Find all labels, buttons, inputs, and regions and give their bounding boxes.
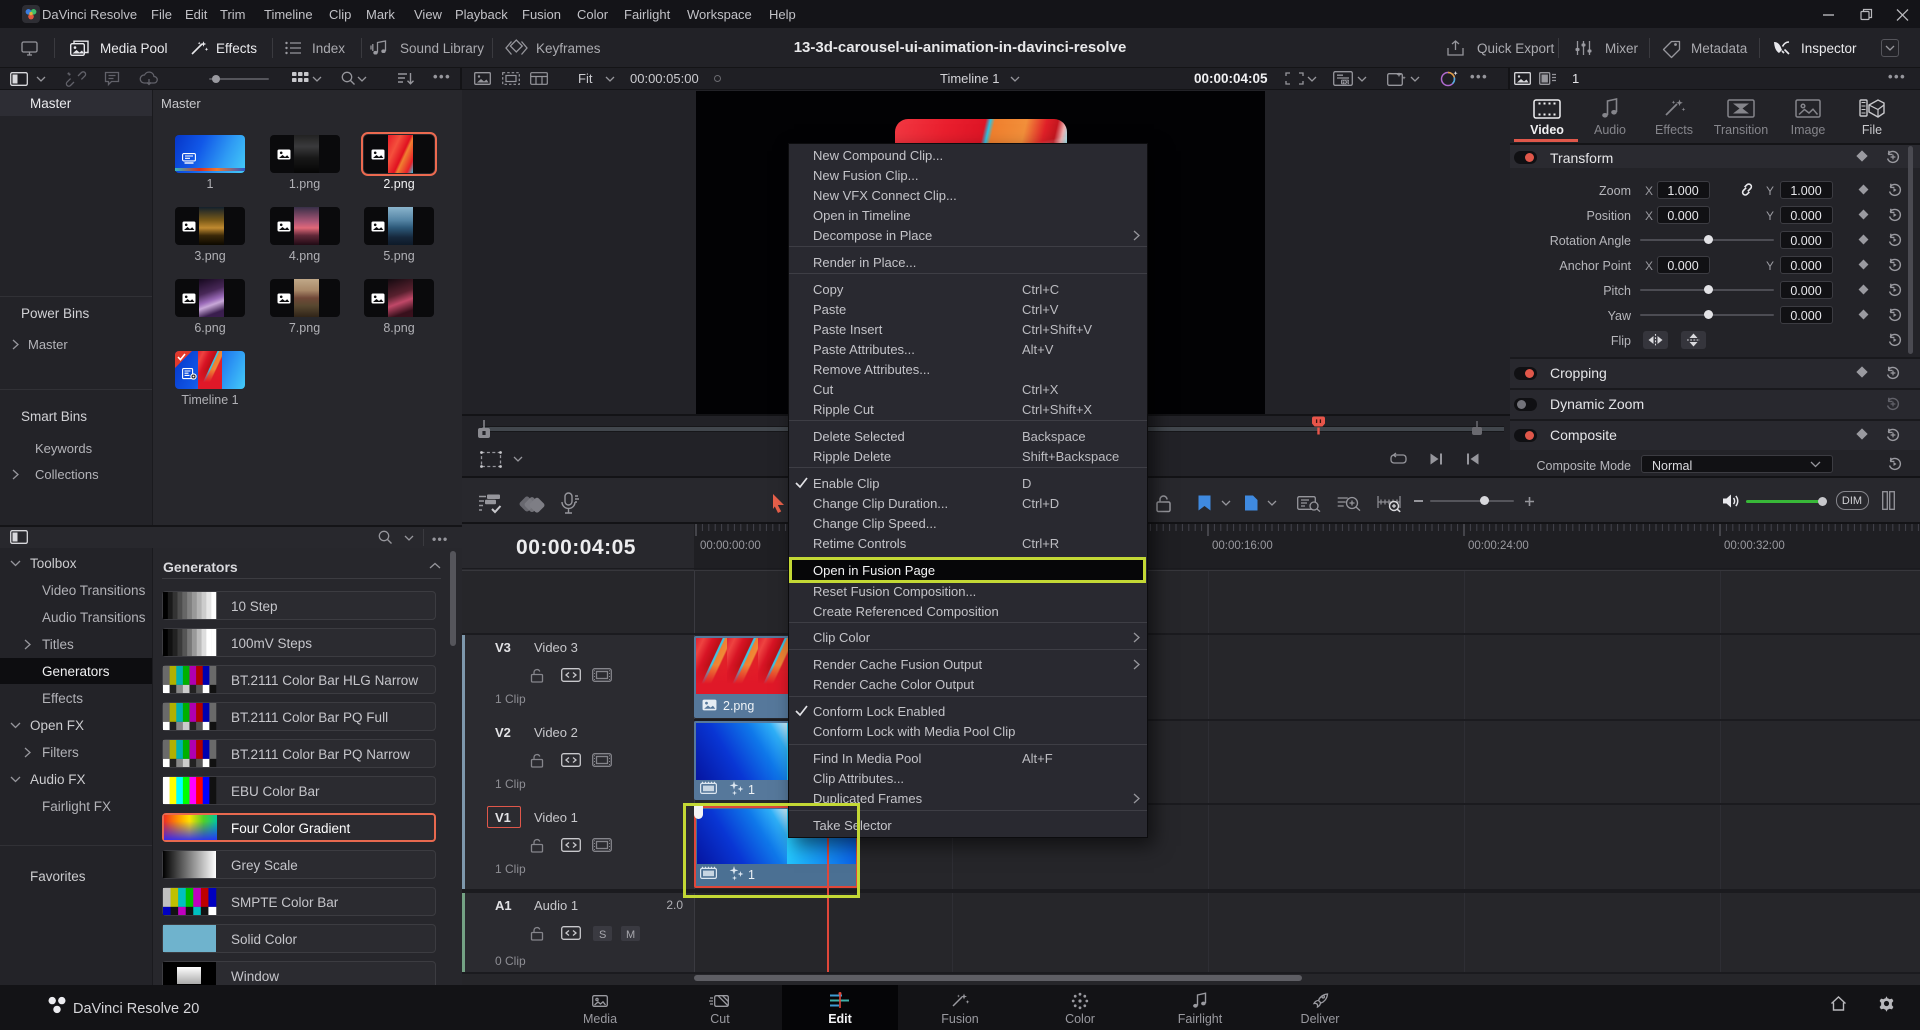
svg-text:HQ: HQ [1342,79,1349,84]
